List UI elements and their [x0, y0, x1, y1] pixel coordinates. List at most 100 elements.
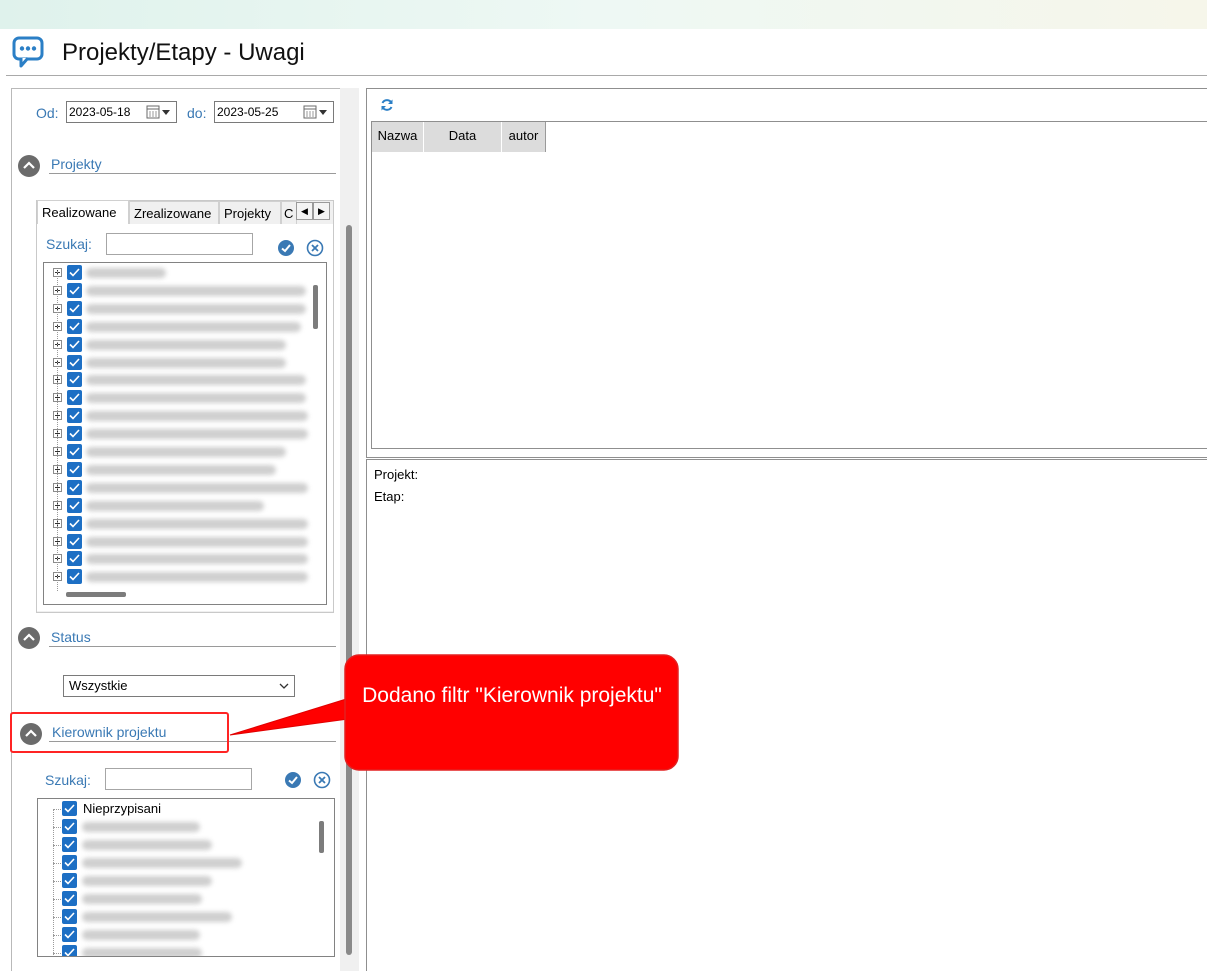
- status-selected-value: Wszystkie: [69, 678, 128, 693]
- row-checkbox[interactable]: [67, 408, 82, 424]
- row-checkbox[interactable]: [67, 497, 82, 513]
- tree-row[interactable]: [44, 533, 326, 551]
- list-item[interactable]: [38, 890, 334, 908]
- list-item[interactable]: [38, 818, 334, 836]
- row-checkbox[interactable]: [67, 569, 82, 585]
- row-checkbox[interactable]: [62, 945, 77, 956]
- redacted-project-name: [86, 357, 286, 368]
- tree-row[interactable]: [44, 515, 326, 533]
- filter-panel-scroll-thumb[interactable]: [346, 225, 352, 955]
- row-checkbox[interactable]: [62, 837, 77, 852]
- row-checkbox[interactable]: [62, 873, 77, 888]
- projects-section-title: Projekty: [51, 156, 102, 172]
- manager-tree[interactable]: Nieprzypisani: [37, 798, 335, 957]
- redacted-project-name: [86, 268, 166, 278]
- tree-connector-line: [53, 827, 61, 828]
- redacted-manager-name: [82, 894, 202, 904]
- tree-row[interactable]: [44, 389, 326, 407]
- tree-row[interactable]: [44, 336, 326, 354]
- date-from-picker[interactable]: 2023-05-18: [66, 101, 177, 123]
- chevron-up-icon: [23, 633, 35, 641]
- tab-scroll-right-button[interactable]: ▶: [313, 202, 330, 220]
- list-item[interactable]: [38, 926, 334, 944]
- list-item[interactable]: [38, 836, 334, 854]
- tree-row[interactable]: [44, 568, 326, 586]
- list-item[interactable]: [38, 854, 334, 872]
- status-section-title: Status: [51, 629, 91, 645]
- redacted-project-name: [86, 500, 264, 511]
- tree-row[interactable]: [44, 497, 326, 515]
- confirm-check-icon[interactable]: [277, 239, 295, 257]
- redacted-project-name: [86, 464, 276, 475]
- list-item[interactable]: Nieprzypisani: [38, 800, 334, 818]
- projects-search-input[interactable]: [106, 233, 253, 255]
- tree-row[interactable]: [44, 282, 326, 300]
- list-item[interactable]: [38, 872, 334, 890]
- row-checkbox[interactable]: [67, 479, 82, 495]
- projects-tree[interactable]: [43, 262, 327, 605]
- tree-row[interactable]: [44, 550, 326, 568]
- tree-connector-line: [53, 935, 61, 936]
- manager-tree-vscroll-thumb[interactable]: [319, 821, 324, 853]
- row-checkbox[interactable]: [67, 265, 82, 280]
- redacted-project-name: [86, 339, 286, 350]
- list-item[interactable]: [38, 908, 334, 926]
- tab-scroll-left-button[interactable]: ◀: [296, 202, 313, 220]
- column-header-nazwa[interactable]: Nazwa: [372, 122, 424, 152]
- row-checkbox[interactable]: [67, 444, 82, 459]
- row-checkbox[interactable]: [67, 515, 82, 531]
- row-checkbox[interactable]: [62, 927, 77, 942]
- redacted-manager-name: [82, 840, 212, 850]
- row-checkbox[interactable]: [62, 855, 77, 870]
- projects-tree-vscroll-thumb[interactable]: [313, 285, 318, 329]
- row-checkbox[interactable]: [62, 801, 77, 816]
- projects-collapse-button[interactable]: [18, 155, 40, 177]
- calendar-dropdown-icon[interactable]: [303, 105, 329, 119]
- tree-row[interactable]: [44, 371, 326, 389]
- tree-row[interactable]: [44, 300, 326, 318]
- row-checkbox[interactable]: [62, 909, 77, 924]
- redacted-manager-name: [82, 912, 232, 922]
- tree-row[interactable]: [44, 479, 326, 497]
- tree-row[interactable]: [44, 318, 326, 336]
- chevron-up-icon: [23, 161, 35, 169]
- tab-projekty[interactable]: Projekty: [219, 201, 281, 226]
- row-checkbox[interactable]: [67, 354, 82, 370]
- row-checkbox[interactable]: [62, 819, 77, 834]
- date-to-picker[interactable]: 2023-05-25: [214, 101, 334, 123]
- row-checkbox[interactable]: [67, 300, 82, 316]
- tree-connector-line: [53, 809, 61, 810]
- tab-overflow[interactable]: C: [281, 201, 297, 226]
- tree-row[interactable]: [44, 425, 326, 443]
- row-checkbox[interactable]: [67, 533, 82, 549]
- tree-row[interactable]: [44, 354, 326, 372]
- status-collapse-button[interactable]: [18, 627, 40, 649]
- refresh-icon[interactable]: [380, 98, 394, 112]
- row-checkbox[interactable]: [67, 551, 82, 567]
- list-item[interactable]: [38, 944, 334, 956]
- tab-zrealizowane[interactable]: Zrealizowane: [129, 201, 219, 226]
- row-checkbox[interactable]: [67, 318, 82, 334]
- row-checkbox[interactable]: [67, 461, 82, 477]
- tab-realizowane[interactable]: Realizowane: [37, 200, 129, 227]
- calendar-dropdown-icon[interactable]: [146, 105, 172, 119]
- row-checkbox[interactable]: [67, 390, 82, 406]
- redacted-manager-name: [82, 876, 212, 886]
- row-checkbox[interactable]: [67, 372, 82, 388]
- column-header-data[interactable]: Data: [424, 122, 502, 152]
- row-checkbox[interactable]: [67, 282, 82, 298]
- tree-connector-line: [53, 863, 61, 864]
- tree-row[interactable]: [44, 461, 326, 479]
- tree-row[interactable]: [44, 264, 326, 282]
- column-header-autor[interactable]: autor: [502, 122, 546, 152]
- row-checkbox[interactable]: [67, 336, 82, 352]
- redacted-manager-name: [82, 822, 200, 832]
- row-checkbox[interactable]: [67, 426, 82, 442]
- clear-x-icon[interactable]: [306, 239, 324, 257]
- row-checkbox[interactable]: [62, 891, 77, 906]
- redacted-project-name: [86, 321, 301, 332]
- tree-connector-line: [53, 953, 61, 954]
- tree-row[interactable]: [44, 407, 326, 425]
- tree-row[interactable]: [44, 443, 326, 461]
- projects-tree-hscroll-thumb[interactable]: [66, 592, 126, 597]
